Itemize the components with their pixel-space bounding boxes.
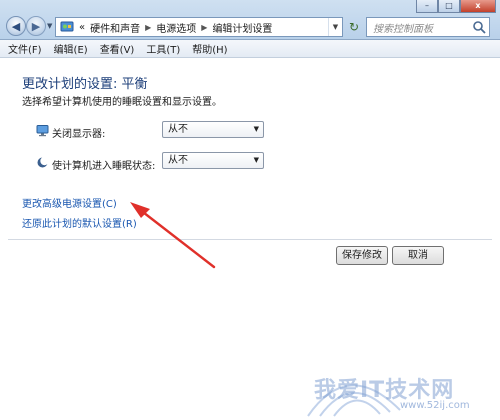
breadcrumb-edit-plan[interactable]: 编辑计划设置 <box>212 20 272 35</box>
menu-tools[interactable]: 工具(T) <box>146 41 180 56</box>
forward-button[interactable]: ▶ <box>26 16 46 36</box>
breadcrumb-power-options[interactable]: 电源选项 <box>156 20 196 35</box>
divider <box>8 239 492 240</box>
setting-label-display-off: 关闭显示器: <box>52 129 106 140</box>
title-bar: ◀ ▶ ▼ « 硬件和声音 ▶ 电源选项 ▶ 编辑计划设置 ▼ ↻ 搜索控制面板 <box>0 0 500 40</box>
search-placeholder: 搜索控制面板 <box>373 23 433 35</box>
back-button[interactable]: ◀ <box>6 16 26 36</box>
breadcrumb-hardware-sound[interactable]: 硬件和声音 <box>90 20 140 35</box>
moon-icon <box>36 156 49 172</box>
save-changes-button[interactable]: 保存修改 <box>336 246 388 265</box>
maximize-button[interactable]: □ <box>438 0 460 13</box>
address-dropdown-icon[interactable]: ▼ <box>328 18 342 36</box>
menu-edit[interactable]: 编辑(E) <box>54 41 88 56</box>
search-input[interactable]: 搜索控制面板 <box>366 17 490 37</box>
breadcrumb-separator-icon[interactable]: ▶ <box>201 23 207 32</box>
display-off-select[interactable]: 从不 ▼ <box>162 121 264 138</box>
display-off-value: 从不 <box>168 124 188 135</box>
setting-row-display: 关闭显示器: <box>36 125 106 140</box>
close-button[interactable]: x <box>460 0 496 13</box>
page-subtitle: 选择希望计算机使用的睡眠设置和显示设置。 <box>22 97 222 108</box>
sleep-select[interactable]: 从不 ▼ <box>162 152 264 169</box>
minimize-button[interactable]: – <box>416 0 438 13</box>
menu-help[interactable]: 帮助(H) <box>192 41 227 56</box>
search-icon[interactable] <box>472 20 486 37</box>
menu-view[interactable]: 查看(V) <box>100 41 135 56</box>
refresh-icon: ↻ <box>348 20 360 34</box>
forward-arrow-icon: ▶ <box>31 19 41 33</box>
refresh-button[interactable]: ↻ <box>345 17 363 37</box>
address-bar[interactable]: « 硬件和声音 ▶ 电源选项 ▶ 编辑计划设置 ▼ <box>55 17 343 37</box>
recent-pages-dropdown-icon[interactable]: ▼ <box>47 22 52 30</box>
monitor-icon <box>36 124 49 140</box>
window-controls: – □ x <box>416 0 496 13</box>
page-title: 更改计划的设置: 平衡 <box>22 77 148 92</box>
back-arrow-icon: ◀ <box>11 19 21 33</box>
cancel-button[interactable]: 取消 <box>392 246 444 265</box>
advanced-power-settings-link[interactable]: 更改高级电源设置(C) <box>22 195 117 210</box>
chevron-down-icon: ▼ <box>253 125 259 133</box>
setting-row-sleep: 使计算机进入睡眠状态: <box>37 156 156 172</box>
menu-bar: 文件(F) 编辑(E) 查看(V) 工具(T) 帮助(H) <box>0 40 500 58</box>
breadcrumb-separator-icon[interactable]: ▶ <box>145 23 151 32</box>
watermark-url: www.52ij.com <box>400 400 470 411</box>
menu-file[interactable]: 文件(F) <box>8 41 42 56</box>
address-prefix: « <box>79 21 86 33</box>
chevron-down-icon: ▼ <box>253 156 259 164</box>
annotation-arrow-icon <box>130 202 216 269</box>
control-panel-icon <box>60 20 74 34</box>
setting-label-sleep: 使计算机进入睡眠状态: <box>52 161 156 172</box>
restore-defaults-link[interactable]: 还原此计划的默认设置(R) <box>22 215 137 230</box>
sleep-value: 从不 <box>168 155 188 166</box>
